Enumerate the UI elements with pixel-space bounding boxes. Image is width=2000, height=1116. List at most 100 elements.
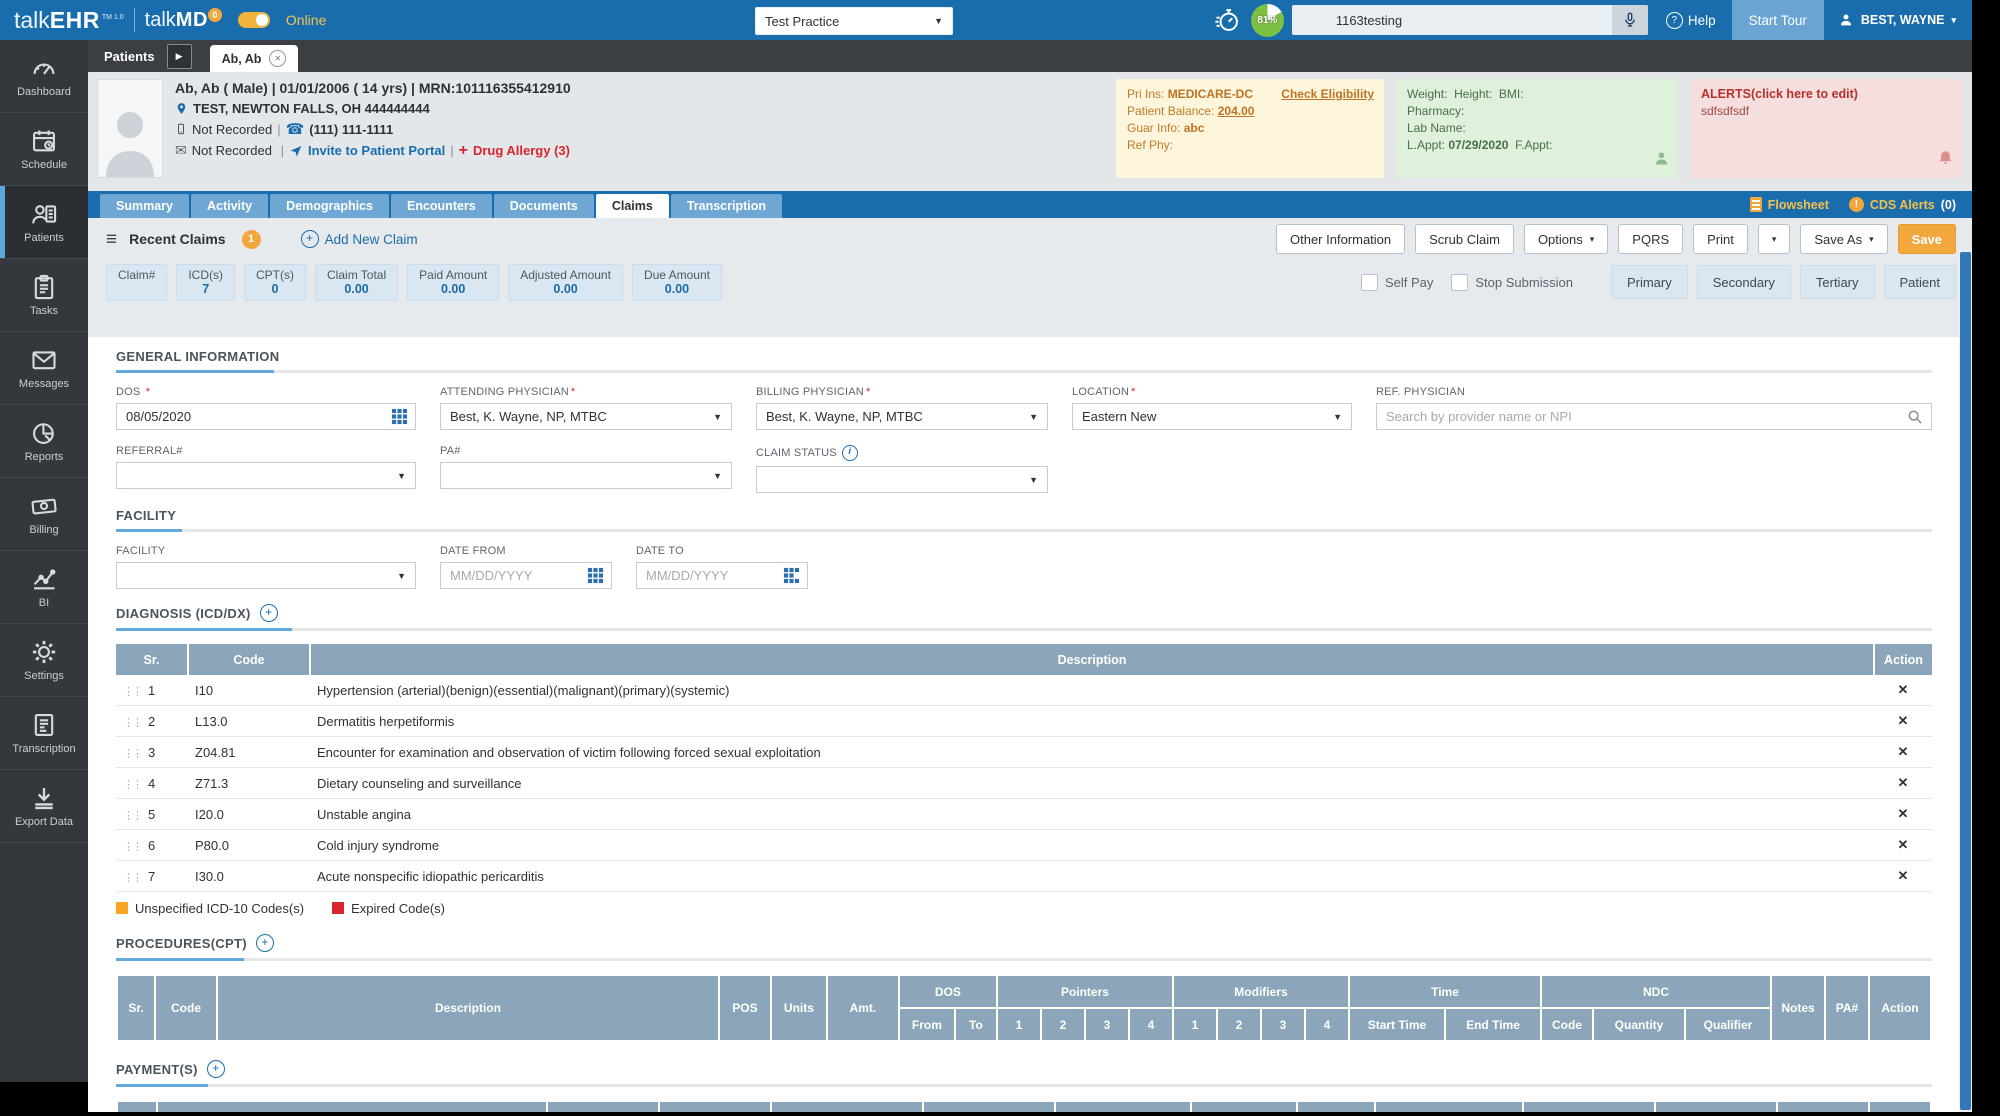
start-tour-button[interactable]: Start Tour [1731, 0, 1824, 40]
expand-tabs-icon[interactable]: ▶ [166, 43, 192, 69]
sidebar-item-tasks[interactable]: Tasks [0, 259, 88, 332]
claim-status-select[interactable]: ▼ [756, 466, 1048, 493]
ref-physician-input[interactable] [1377, 409, 1899, 424]
location-select[interactable]: Eastern New ▼ [1072, 403, 1352, 430]
practice-select[interactable]: Test Practice ▼ [755, 7, 953, 35]
recent-claims-badge[interactable]: 1 [241, 229, 261, 249]
delete-diagnosis-button[interactable]: ✕ [1874, 798, 1932, 830]
tab-transcription[interactable]: Transcription [670, 194, 783, 218]
dos-input[interactable] [117, 409, 383, 424]
delete-diagnosis-button[interactable]: ✕ [1874, 675, 1932, 706]
close-icon[interactable]: ✕ [269, 50, 287, 67]
delete-diagnosis-button[interactable]: ✕ [1874, 705, 1932, 737]
drag-handle-icon[interactable]: ⋮⋮ [123, 871, 143, 884]
procedures-subcol-header: 2 [1039, 1007, 1086, 1042]
calendar-icon[interactable] [579, 563, 611, 588]
print-button[interactable]: Print [1693, 224, 1748, 254]
tab-activity[interactable]: Activity [190, 194, 269, 218]
delete-diagnosis-button[interactable]: ✕ [1874, 829, 1932, 861]
other-information-button[interactable]: Other Information [1275, 224, 1406, 254]
scrollbar-thumb[interactable] [1960, 252, 1971, 1110]
sidebar-item-dashboard[interactable]: Dashboard [0, 40, 88, 113]
sidebar-item-transcription[interactable]: Transcription [0, 697, 88, 770]
sidebar-item-messages[interactable]: Messages [0, 332, 88, 405]
pqrs-button[interactable]: PQRS [1618, 224, 1684, 254]
sidebar-item-bi[interactable]: BI [0, 551, 88, 624]
tertiary-button[interactable]: Tertiary [1799, 265, 1875, 299]
add-payment-icon[interactable]: + [206, 1060, 225, 1078]
sidebar-item-schedule[interactable]: Schedule [0, 113, 88, 186]
self-pay-checkbox[interactable]: Self Pay [1360, 273, 1433, 291]
delete-diagnosis-button[interactable]: ✕ [1874, 767, 1932, 799]
flowsheet-button[interactable]: Flowsheet [1749, 197, 1829, 212]
delete-diagnosis-button[interactable]: ✕ [1874, 860, 1932, 892]
checkbox-icon[interactable] [1360, 273, 1378, 291]
drag-handle-icon[interactable]: ⋮⋮ [123, 747, 143, 760]
add-procedure-icon[interactable]: + [255, 934, 274, 952]
help-button[interactable]: ? Help [1665, 11, 1716, 29]
email-status: Not Recorded [191, 143, 272, 158]
stopwatch-icon[interactable] [1213, 6, 1241, 34]
add-diagnosis-icon[interactable]: + [259, 604, 278, 622]
tab-documents[interactable]: Documents [493, 194, 594, 218]
menu-icon[interactable]: ≡ [106, 230, 117, 249]
patient-tab-active[interactable]: Ab, Ab ✕ [209, 45, 299, 72]
add-new-claim-button[interactable]: + Add New Claim [300, 230, 418, 248]
tab-encounters[interactable]: Encounters [390, 194, 492, 218]
bell-icon[interactable] [1937, 149, 1954, 172]
user-menu[interactable]: BEST, WAYNE ▾ [1824, 12, 1972, 28]
sidebar-item-export-data[interactable]: Export Data [0, 770, 88, 843]
drag-handle-icon[interactable]: ⋮⋮ [123, 809, 143, 822]
date-to-input[interactable] [637, 568, 775, 583]
usage-percent-badge[interactable]: 81% [1250, 3, 1284, 37]
sidebar-item-patients[interactable]: Patients [0, 186, 88, 259]
billing-physician-select[interactable]: Best, K. Wayne, NP, MTBC ▼ [756, 403, 1048, 430]
diagnosis-title: DIAGNOSIS (ICD/DX) [116, 605, 251, 621]
tab-demographics[interactable]: Demographics [270, 194, 389, 218]
patient-button[interactable]: Patient [1883, 265, 1956, 299]
sidebar-item-settings[interactable]: Settings [0, 624, 88, 697]
save-as-button[interactable]: Save As ▾ [1800, 224, 1888, 254]
scrub-claim-button[interactable]: Scrub Claim [1415, 224, 1514, 254]
sidebar-item-reports[interactable]: Reports [0, 405, 88, 478]
drug-allergy-link[interactable]: Drug Allergy (3) [473, 143, 570, 158]
drag-handle-icon[interactable]: ⋮⋮ [123, 778, 143, 791]
delete-diagnosis-button[interactable]: ✕ [1874, 736, 1932, 768]
calendar-icon[interactable] [775, 563, 807, 588]
options-button[interactable]: Options ▾ [1523, 224, 1609, 254]
drag-handle-icon[interactable]: ⋮⋮ [123, 716, 143, 729]
online-toggle[interactable] [237, 12, 270, 28]
cds-alerts-button[interactable]: ! CDS Alerts (0) [1848, 197, 1956, 212]
calendar-icon[interactable] [383, 404, 415, 429]
print-dropdown-button[interactable]: ▾ [1757, 224, 1791, 254]
secondary-button[interactable]: Secondary [1696, 265, 1791, 299]
tab-summary[interactable]: Summary [100, 194, 189, 218]
add-new-claim-label: Add New Claim [324, 231, 418, 247]
procedures-subcol-header: 4 [1303, 1007, 1350, 1042]
search-input[interactable] [1291, 11, 1612, 29]
checkbox-icon[interactable] [1451, 273, 1469, 291]
pa-select[interactable]: ▼ [440, 462, 732, 489]
vertical-scrollbar[interactable] [1959, 250, 1972, 1112]
referral-select[interactable]: ▼ [116, 462, 416, 489]
sidebar-item-billing[interactable]: Billing [0, 478, 88, 551]
patient-balance-value[interactable]: 204.00 [1218, 104, 1255, 118]
drag-handle-icon[interactable]: ⋮⋮ [123, 685, 143, 698]
facility-select[interactable]: ▼ [116, 562, 416, 589]
invite-portal-link[interactable]: Invite to Patient Portal [308, 143, 445, 158]
drag-handle-icon[interactable]: ⋮⋮ [123, 840, 143, 853]
tab-claims[interactable]: Claims [595, 194, 669, 218]
diagnosis-sr: 5 [148, 806, 156, 822]
avatar[interactable] [97, 79, 163, 178]
search-icon[interactable] [1899, 404, 1931, 429]
guarantor-person-icon[interactable] [1653, 150, 1670, 172]
info-icon[interactable]: i [841, 445, 858, 461]
check-eligibility-link[interactable]: Check Eligibility [1281, 86, 1374, 103]
stop-submission-checkbox[interactable]: Stop Submission [1451, 273, 1573, 291]
save-button[interactable]: Save [1897, 224, 1956, 254]
date-from-input[interactable] [441, 568, 579, 583]
microphone-icon[interactable] [1611, 5, 1648, 35]
alerts-box[interactable]: ALERTS(click here to edit) sdfsdfsdf [1690, 79, 1962, 178]
attending-physician-select[interactable]: Best, K. Wayne, NP, MTBC ▼ [440, 403, 732, 430]
primary-button[interactable]: Primary [1610, 265, 1688, 299]
